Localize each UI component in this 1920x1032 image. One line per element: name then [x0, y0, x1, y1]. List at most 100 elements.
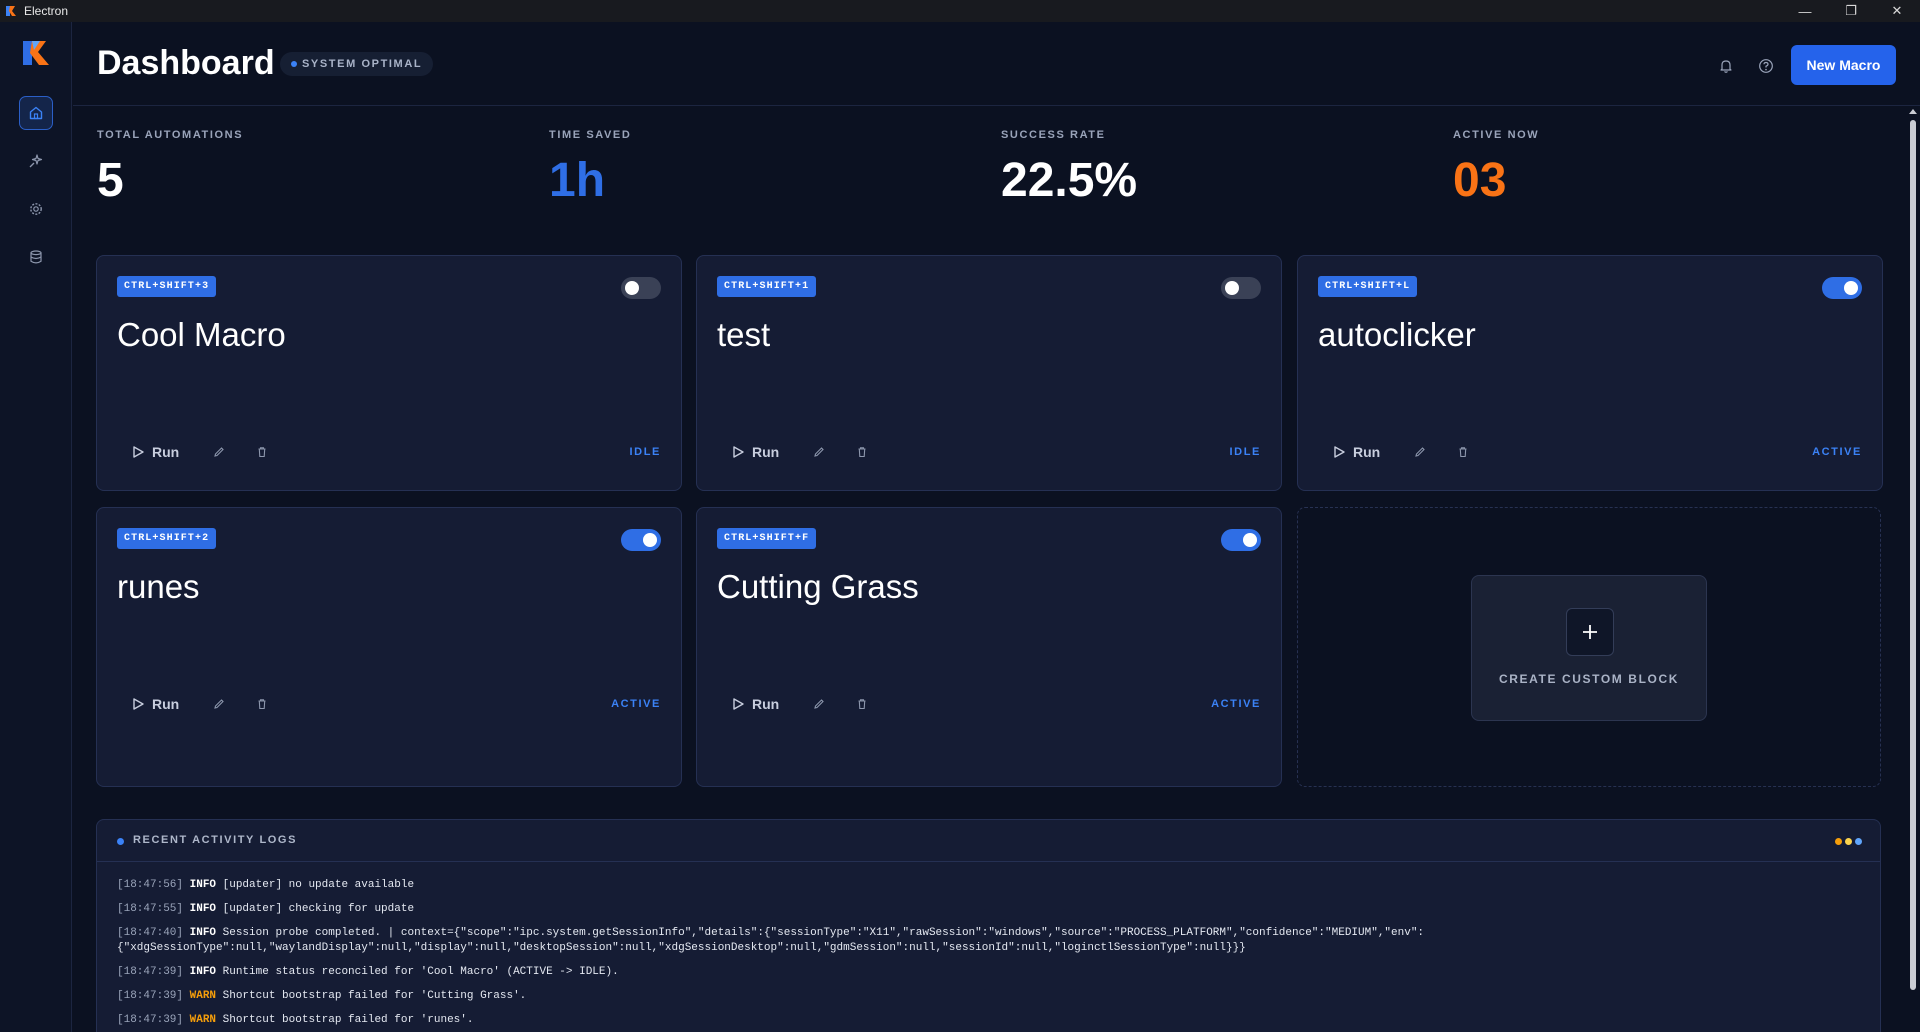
toggle-knob: [643, 533, 657, 547]
log-timestamp: [18:47:55]: [117, 903, 184, 915]
delete-button[interactable]: [1454, 443, 1472, 461]
run-button[interactable]: Run: [731, 440, 791, 464]
macro-name: test: [717, 316, 771, 353]
app-logo-icon: [23, 41, 49, 65]
trash-icon: [258, 699, 266, 710]
scroll-thumb[interactable]: [1910, 120, 1916, 990]
edit-button[interactable]: [810, 443, 828, 461]
logs-title: RECENT ACTIVITY LOGS: [133, 834, 298, 846]
macro-card: CTRL+SHIFT+1 test Run IDLE: [696, 255, 1282, 491]
log-timestamp: [18:47:56]: [117, 879, 184, 891]
pencil-icon: [214, 447, 224, 457]
play-icon: [133, 698, 144, 710]
create-block-dropzone: CREATE CUSTOM BLOCK: [1297, 507, 1881, 787]
home-icon: [29, 106, 43, 120]
run-button[interactable]: Run: [131, 440, 191, 464]
nav-home[interactable]: [19, 96, 53, 130]
page-title: Dashboard: [97, 44, 275, 82]
close-button[interactable]: ✕: [1874, 0, 1920, 22]
log-timestamp: [18:47:39]: [117, 966, 184, 978]
macro-card: CTRL+SHIFT+F Cutting Grass Run ACTIVE: [696, 507, 1282, 787]
logs-header: RECENT ACTIVITY LOGS: [97, 820, 1880, 862]
scroll-up-arrow-icon[interactable]: [1909, 109, 1917, 114]
edit-button[interactable]: [810, 695, 828, 713]
macro-name: Cutting Grass: [717, 568, 919, 605]
macro-name: runes: [117, 568, 200, 605]
nav-settings[interactable]: [19, 192, 53, 226]
window-title: Electron: [24, 4, 69, 18]
delete-button[interactable]: [853, 443, 871, 461]
log-timestamp: [18:47:39]: [117, 990, 184, 1002]
delete-button[interactable]: [253, 443, 271, 461]
new-macro-button[interactable]: New Macro: [1791, 45, 1896, 85]
log-level: INFO: [189, 879, 217, 891]
activity-logs-panel: RECENT ACTIVITY LOGS [18:47:56] INFO [up…: [96, 819, 1881, 1032]
run-button[interactable]: Run: [1332, 440, 1392, 464]
notifications-button[interactable]: [1715, 55, 1737, 77]
create-custom-block-button[interactable]: CREATE CUSTOM BLOCK: [1471, 575, 1707, 721]
stat-success-rate: SUCCESS RATE 22.5%: [1001, 129, 1137, 208]
log-level: INFO: [189, 966, 217, 978]
pencil-icon: [814, 699, 824, 709]
stat-value: 1h: [549, 154, 606, 207]
log-entry: [18:47:39] WARN Shortcut bootstrap faile…: [117, 989, 1857, 1004]
toggle-knob: [625, 281, 639, 295]
edit-button[interactable]: [210, 695, 228, 713]
delete-button[interactable]: [853, 695, 871, 713]
help-button[interactable]: [1755, 55, 1777, 77]
log-entry: [18:47:56] INFO [updater] no update avai…: [117, 878, 1857, 893]
edit-button[interactable]: [1411, 443, 1429, 461]
run-label: Run: [752, 696, 780, 712]
macro-status: ACTIVE: [611, 698, 661, 710]
macro-toggle[interactable]: [621, 529, 661, 551]
macro-status: ACTIVE: [1211, 698, 1261, 710]
play-icon: [1334, 446, 1345, 458]
minimize-button[interactable]: —: [1782, 0, 1828, 22]
hotkey-badge: CTRL+SHIFT+F: [717, 528, 817, 549]
macro-toggle[interactable]: [1822, 277, 1862, 299]
nav-database[interactable]: [19, 240, 53, 274]
stat-value: 03: [1453, 154, 1507, 207]
sidebar: [0, 22, 72, 1032]
delete-button[interactable]: [253, 695, 271, 713]
bell-icon: [1720, 60, 1732, 73]
stat-label: TOTAL AUTOMATIONS: [97, 129, 244, 141]
status-label: SYSTEM OPTIMAL: [302, 58, 423, 70]
log-message: Shortcut bootstrap failed for 'Cutting G…: [216, 990, 527, 1002]
pencil-icon: [814, 447, 824, 457]
trash-icon: [258, 447, 266, 458]
log-message: [updater] checking for update: [216, 903, 415, 915]
macro-toggle[interactable]: [1221, 277, 1261, 299]
run-label: Run: [752, 444, 780, 460]
create-block-label: CREATE CUSTOM BLOCK: [1499, 672, 1679, 686]
stat-value: 22.5%: [1001, 154, 1138, 207]
plus-icon: [1566, 608, 1614, 656]
hotkey-badge: CTRL+SHIFT+3: [117, 276, 217, 297]
macro-status: IDLE: [629, 446, 661, 458]
logs-menu-button[interactable]: [1835, 838, 1862, 845]
log-level: INFO: [189, 903, 217, 915]
nav-macros[interactable]: [19, 144, 53, 178]
play-icon: [733, 698, 744, 710]
log-message: [updater] no update available: [216, 879, 415, 891]
restore-button[interactable]: ❐: [1828, 0, 1874, 22]
run-label: Run: [152, 696, 180, 712]
run-button[interactable]: Run: [731, 692, 791, 716]
help-icon: [1759, 59, 1773, 73]
macro-toggle[interactable]: [621, 277, 661, 299]
stat-time-saved: TIME SAVED 1h: [549, 129, 631, 208]
log-timestamp: [18:47:39]: [117, 1014, 184, 1026]
log-entry: [18:47:55] INFO [updater] checking for u…: [117, 902, 1857, 917]
main-scrollbar[interactable]: [1906, 106, 1920, 1032]
trash-icon: [858, 447, 866, 458]
run-button[interactable]: Run: [131, 692, 191, 716]
macro-card: CTRL+SHIFT+3 Cool Macro Run IDLE: [96, 255, 682, 491]
log-entry: [18:47:39] INFO Runtime status reconcile…: [117, 965, 1857, 980]
macro-toggle[interactable]: [1221, 529, 1261, 551]
stat-active-now: ACTIVE NOW 03: [1453, 129, 1539, 208]
log-level: INFO: [189, 927, 217, 939]
toggle-knob: [1225, 281, 1239, 295]
database-icon: [30, 250, 42, 264]
edit-button[interactable]: [210, 443, 228, 461]
pencil-icon: [1415, 447, 1425, 457]
